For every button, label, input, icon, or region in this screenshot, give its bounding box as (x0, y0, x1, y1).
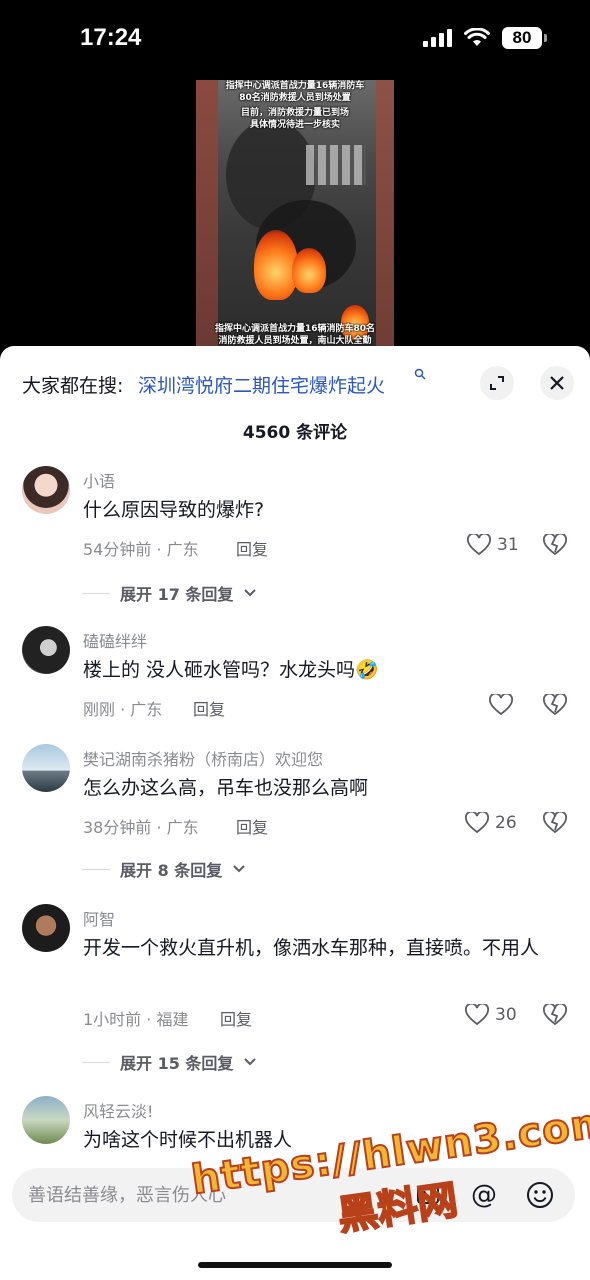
close-icon (550, 376, 564, 390)
video-windows (306, 145, 366, 185)
image-icon (417, 1186, 439, 1204)
avatar[interactable] (22, 466, 70, 514)
heart-icon (489, 694, 513, 716)
signal-icon (423, 29, 452, 47)
comment-input-bar: @ (12, 1168, 575, 1222)
comment-meta: 38分钟前 · 广东 (83, 818, 199, 837)
battery-icon: 80 (502, 27, 547, 49)
comment-username[interactable]: 樊记湖南杀猪粉（桥南店）欢迎您 (83, 746, 323, 770)
expand-icon (490, 376, 504, 390)
chevron-down-icon (244, 589, 257, 597)
reply-button[interactable]: 回复 (220, 1006, 252, 1030)
reply-button[interactable]: 回复 (193, 696, 225, 720)
video-player[interactable]: 指挥中心调派首战力量16辆消防车 80名消防救援人员到场处置 目前，消防救援力量… (196, 80, 394, 350)
chevron-down-icon (244, 1058, 257, 1066)
chevron-down-icon (233, 865, 245, 873)
status-icons: 80 (423, 27, 547, 49)
wifi-icon (464, 28, 490, 46)
dislike-icon[interactable] (543, 812, 567, 834)
heart-icon (467, 534, 491, 556)
close-button[interactable] (540, 366, 574, 400)
at-button[interactable]: @ (468, 1179, 500, 1211)
status-bar: 17:24 80 (0, 0, 590, 80)
comment-input[interactable] (28, 1183, 408, 1207)
like-count: 30 (495, 1005, 517, 1025)
like-button[interactable]: 26 (465, 812, 517, 834)
expand-replies-button[interactable]: 展开 8 条回复 (82, 857, 246, 881)
avatar[interactable] (22, 1096, 70, 1144)
status-time: 17:24 (80, 24, 142, 51)
comment-username[interactable]: 磕磕绊绊 (83, 628, 147, 652)
like-count: 26 (495, 813, 517, 833)
search-term-link[interactable]: 深圳湾悦府二期住宅爆炸起火 (138, 371, 385, 398)
expand-replies-button[interactable]: 展开 15 条回复 (82, 1050, 257, 1074)
home-indicator (198, 1262, 392, 1268)
comment-text: 怎么办这么高，吊车也没那么高啊 (83, 777, 369, 799)
expand-button[interactable] (480, 366, 514, 400)
video-caption-bottom: 指挥中心调派首战力量16辆消防车80名 消防救援人员到场处置，南山大队全勤 (214, 324, 376, 346)
dislike-icon[interactable] (543, 534, 567, 556)
like-button[interactable]: 30 (465, 1004, 517, 1026)
like-button[interactable] (489, 694, 513, 716)
avatar[interactable] (22, 626, 70, 674)
comments-sheet: 大家都在搜: 深圳湾悦府二期住宅爆炸起火 4560 条评论 小语 什么原因导致的… (0, 346, 590, 1280)
comment-meta: 54分钟前 · 广东 (83, 540, 199, 559)
comment-meta: 1小时前 · 福建 (83, 1010, 189, 1029)
heart-icon (465, 812, 489, 834)
reply-button[interactable]: 回复 (236, 814, 268, 838)
search-icon (414, 368, 426, 383)
dislike-icon[interactable] (543, 694, 567, 716)
video-caption-top: 指挥中心调派首战力量16辆消防车 80名消防救援人员到场处置 目前，消防救援力量… (225, 81, 365, 130)
avatar[interactable] (22, 744, 70, 792)
search-prefix: 大家都在搜: (22, 375, 124, 397)
like-count: 31 (497, 535, 519, 555)
reply-button[interactable]: 回复 (236, 536, 268, 560)
emoji-button[interactable] (524, 1179, 556, 1211)
avatar[interactable] (22, 904, 70, 952)
search-suggestion[interactable]: 大家都在搜: 深圳湾悦府二期住宅爆炸起火 (22, 366, 574, 402)
dislike-icon[interactable] (543, 1004, 567, 1026)
image-button[interactable] (412, 1179, 444, 1211)
comment-username[interactable]: 风轻云淡! (83, 1098, 153, 1122)
comment-count: 4560 条评论 (242, 423, 348, 443)
comment-text: 开发一个救火直升机，像洒水车那种，直接喷。不用人 (83, 937, 540, 959)
emoji-icon (527, 1182, 553, 1208)
heart-icon (465, 1004, 489, 1026)
like-button[interactable]: 31 (467, 534, 519, 556)
comment-username[interactable]: 小语 (83, 468, 115, 492)
comment-text: 什么原因导致的爆炸? (83, 499, 265, 521)
comment-text: 为啥这个时候不出机器人 (83, 1129, 293, 1151)
at-icon: @ (471, 1180, 497, 1210)
comment-text: 楼上的 没人砸水管吗？水龙头吗🤣 (83, 659, 379, 681)
comment-meta: 刚刚 · 广东 (83, 700, 163, 719)
expand-replies-button[interactable]: 展开 17 条回复 (82, 581, 257, 605)
comment-username[interactable]: 阿智 (83, 906, 115, 930)
